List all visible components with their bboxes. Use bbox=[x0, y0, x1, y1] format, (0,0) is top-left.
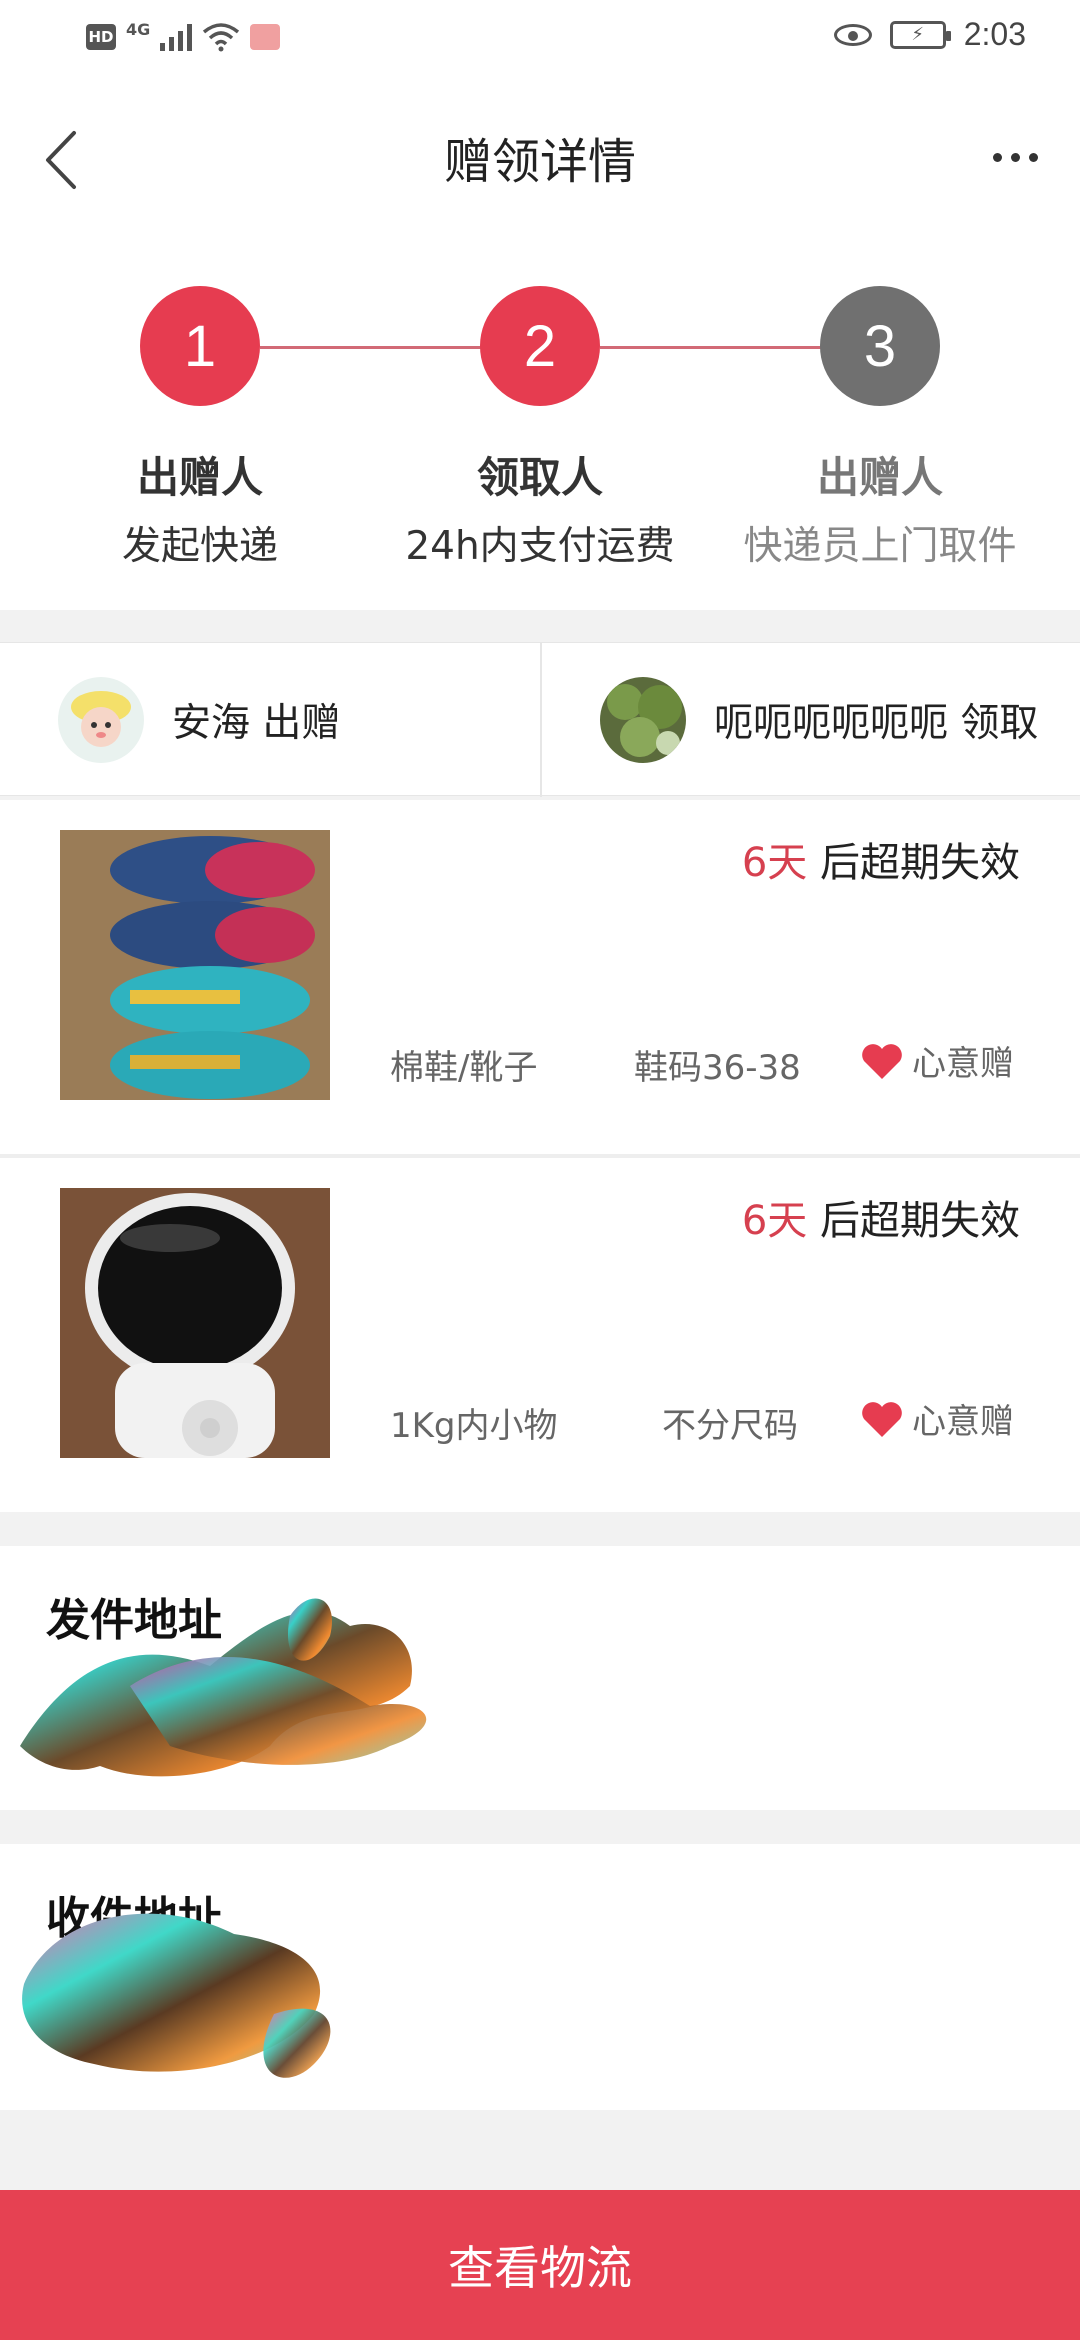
step-1: 1 出赠人 发起快递 bbox=[30, 286, 370, 571]
app-notification-icon bbox=[250, 24, 281, 50]
step-number-circle: 2 bbox=[480, 286, 600, 406]
step-desc: 快递员上门取件 bbox=[743, 524, 1017, 569]
status-right: ⚡ 2:03 bbox=[833, 16, 1026, 53]
item-tag-label: 心意赠 bbox=[912, 1402, 1014, 1442]
progress-steps: 1 出赠人 发起快递 2 领取人 24h内支付运费 3 出赠人 快递员上门取件 bbox=[0, 232, 1080, 610]
item-category: 棉鞋/靴子 bbox=[390, 1048, 538, 1088]
receiver-address-card: 收件地址 bbox=[0, 1844, 1080, 2110]
status-bar: HD 4G ⚡ 2:03 bbox=[0, 0, 1080, 82]
expire-text: 后超期失效 bbox=[807, 1198, 1020, 1244]
redaction-scribble bbox=[20, 1598, 427, 1777]
item-size: 鞋码36-38 bbox=[634, 1048, 801, 1088]
page: HD 4G ⚡ 2:03 赠领详情 1 出赠人 发起快递 2 领取人 24h内支… bbox=[0, 0, 1080, 2340]
expire-days: 6天 bbox=[741, 840, 808, 886]
hd-icon: HD bbox=[86, 24, 116, 50]
page-title: 赠领详情 bbox=[443, 134, 636, 190]
step-desc: 24h内支付运费 bbox=[405, 524, 675, 569]
step-2: 2 领取人 24h内支付运费 bbox=[370, 286, 710, 571]
item-tag-label: 心意赠 bbox=[912, 1044, 1014, 1084]
gift-item[interactable]: 6天 后超期失效 棉鞋/靴子 鞋码36-38 心意赠 bbox=[0, 800, 1080, 1154]
item-category: 1Kg内小物 bbox=[390, 1406, 558, 1446]
step-number-circle: 1 bbox=[140, 286, 260, 406]
item-size: 不分尺码 bbox=[662, 1406, 798, 1446]
giver-avatar bbox=[58, 677, 144, 763]
clock: 2:03 bbox=[963, 16, 1026, 52]
heart-icon bbox=[862, 1043, 902, 1079]
step-role: 出赠人 bbox=[136, 453, 263, 502]
more-dots-icon[interactable] bbox=[980, 132, 1050, 182]
expire-text: 后超期失效 bbox=[807, 840, 1020, 886]
item-photo-robot bbox=[60, 1188, 330, 1458]
expire-notice: 6天 后超期失效 bbox=[742, 830, 1020, 888]
step-desc: 发起快递 bbox=[121, 524, 278, 569]
step-number-circle: 3 bbox=[820, 286, 940, 406]
giver[interactable]: 安海 出赠 bbox=[58, 643, 340, 797]
status-left: HD 4G bbox=[86, 19, 281, 52]
item-tag: 心意赠 bbox=[860, 1036, 1014, 1085]
receiver[interactable]: 呃呃呃呃呃呃 领取 bbox=[600, 643, 1038, 797]
sender-address-card: 发件地址 bbox=[0, 1546, 1080, 1810]
wifi-icon bbox=[202, 22, 240, 52]
heart-icon bbox=[862, 1401, 902, 1437]
redaction-scribble bbox=[22, 1913, 331, 2078]
item-photo-shoes bbox=[60, 830, 330, 1100]
view-logistics-button[interactable]: 查看物流 bbox=[0, 2190, 1080, 2340]
expire-days: 6天 bbox=[741, 1198, 808, 1244]
battery-charging-icon: ⚡ bbox=[889, 20, 951, 49]
signal-icon bbox=[160, 23, 193, 51]
participants-divider bbox=[540, 643, 542, 797]
receiver-avatar bbox=[600, 677, 686, 763]
receiver-label: 呃呃呃呃呃呃 领取 bbox=[714, 701, 1039, 746]
step-role: 出赠人 bbox=[816, 453, 943, 502]
network-type: 4G bbox=[126, 19, 151, 39]
giver-label: 安海 出赠 bbox=[172, 701, 341, 746]
gift-item[interactable]: 6天 后超期失效 1Kg内小物 不分尺码 心意赠 bbox=[0, 1158, 1080, 1512]
step-3: 3 出赠人 快递员上门取件 bbox=[710, 286, 1050, 571]
expire-notice: 6天 后超期失效 bbox=[742, 1188, 1020, 1246]
step-role: 领取人 bbox=[476, 453, 603, 502]
eye-icon bbox=[833, 23, 872, 46]
item-tag: 心意赠 bbox=[860, 1394, 1014, 1443]
nav-header: 赠领详情 bbox=[0, 82, 1080, 232]
participants-bar: 安海 出赠 呃呃呃呃呃呃 领取 bbox=[0, 642, 1080, 797]
